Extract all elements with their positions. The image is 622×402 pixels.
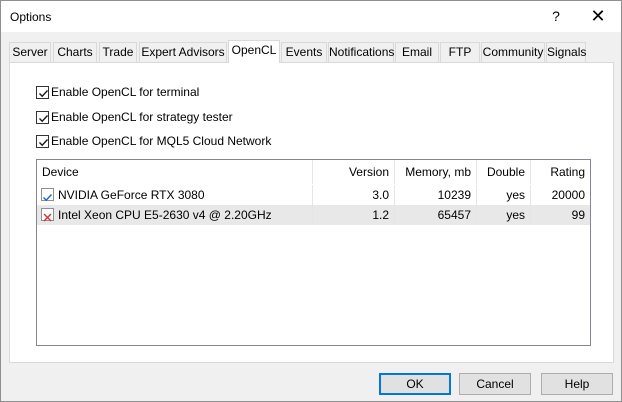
cancel-button[interactable]: Cancel	[459, 373, 531, 395]
tab-email[interactable]: Email	[395, 42, 439, 62]
window-title: Options	[10, 10, 52, 24]
tab-events[interactable]: Events	[281, 42, 327, 62]
title-bar: Options ? ✕	[1, 1, 621, 32]
double-cell: yes	[477, 205, 531, 225]
rating-cell: 20000	[551, 188, 585, 202]
tab-expert-advisors[interactable]: Expert Advisors	[139, 42, 227, 62]
device-table: Device Version Memory, mb Double Rating …	[36, 159, 591, 346]
checkbox-cloud-network[interactable]	[36, 135, 49, 148]
tab-trade[interactable]: Trade	[99, 42, 137, 62]
col-memory[interactable]: Memory, mb	[395, 160, 477, 184]
option-label: Enable OpenCL for strategy tester	[51, 110, 233, 124]
checkbox-terminal[interactable]	[36, 86, 49, 99]
col-device[interactable]: Device	[37, 160, 313, 184]
col-double[interactable]: Double	[477, 160, 531, 184]
help-button[interactable]: Help	[541, 373, 613, 395]
close-button[interactable]: ✕	[575, 1, 621, 32]
tab-server[interactable]: Server	[9, 42, 51, 62]
device-name: NVIDIA GeForce RTX 3080	[58, 188, 205, 202]
ok-button[interactable]: OK	[379, 373, 451, 395]
check-icon[interactable]	[41, 188, 54, 202]
tab-opencl[interactable]: OpenCL	[228, 40, 280, 63]
device-name: Intel Xeon CPU E5-2630 v4 @ 2.20GHz	[58, 208, 272, 222]
checkbox-strategy-tester[interactable]	[36, 111, 49, 124]
col-rating[interactable]: Rating	[531, 160, 590, 184]
tab-charts[interactable]: Charts	[53, 42, 97, 62]
tab-ftp[interactable]: FTP	[440, 42, 480, 62]
option-label: Enable OpenCL for terminal	[51, 85, 200, 99]
check-icon	[39, 90, 49, 98]
check-icon	[39, 139, 49, 147]
cross-icon[interactable]	[41, 208, 54, 222]
version-cell: 1.2	[313, 205, 395, 225]
opencl-panel: Enable OpenCL for terminal Enable OpenCL…	[9, 62, 614, 363]
device-cell: Intel Xeon CPU E5-2630 v4 @ 2.20GHz	[37, 205, 313, 225]
col-version[interactable]: Version	[313, 160, 395, 184]
memory-cell: 10239	[395, 185, 477, 205]
memory-cell: 65457	[395, 205, 477, 225]
help-title-button[interactable]: ?	[533, 1, 579, 32]
double-cell: yes	[477, 185, 531, 205]
table-row[interactable]: NVIDIA GeForce RTX 3080 3.0 10239 yes 20…	[37, 185, 590, 205]
device-cell: NVIDIA GeForce RTX 3080	[37, 185, 313, 205]
tab-community[interactable]: Community	[481, 42, 545, 62]
table-row[interactable]: Intel Xeon CPU E5-2630 v4 @ 2.20GHz 1.2 …	[37, 205, 590, 225]
tab-notifications[interactable]: Notifications	[328, 42, 394, 62]
check-icon	[39, 115, 49, 123]
option-label: Enable OpenCL for MQL5 Cloud Network	[51, 134, 272, 148]
rating-cell: 99	[571, 208, 585, 222]
options-window: Options ? ✕ Server Charts Trade Expert A…	[0, 0, 622, 402]
version-cell: 3.0	[313, 185, 395, 205]
tab-signals[interactable]: Signals	[546, 42, 586, 62]
